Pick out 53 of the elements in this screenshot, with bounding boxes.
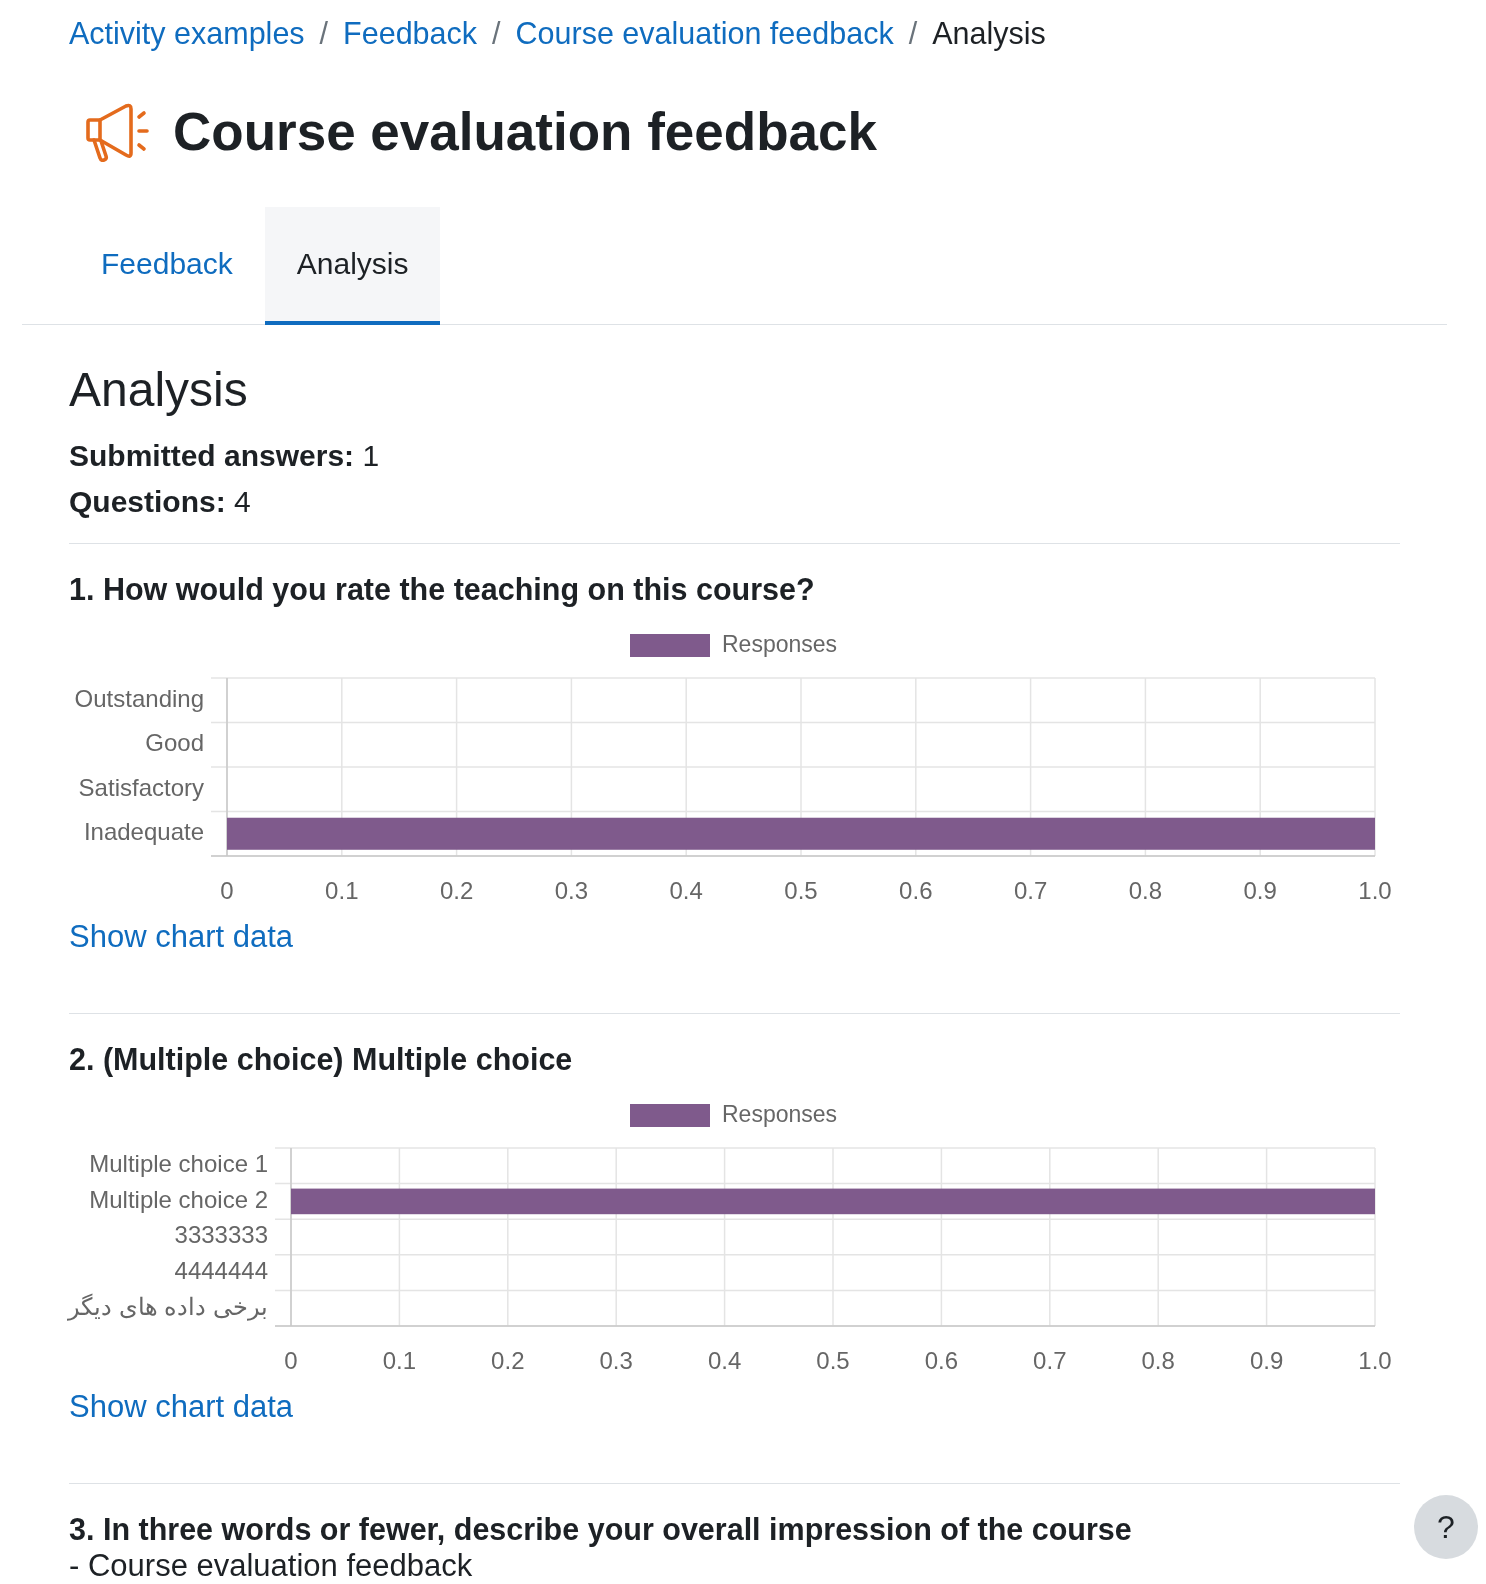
question-title: 3. In three words or fewer, describe your overall impression of the course: [69, 1511, 1133, 1549]
breadcrumb-link[interactable]: Feedback: [343, 15, 478, 51]
category-label: Multiple choice 1: [89, 1150, 268, 1178]
axis-tick-label: 0.8: [1128, 877, 1163, 905]
legend-label: Responses: [722, 631, 838, 658]
axis-tick-label: 0.8: [1141, 1347, 1175, 1375]
axis-tick-label: 0.4: [707, 1347, 742, 1375]
axis-tick-label: 0.6: [899, 877, 933, 905]
category-label: Good: [145, 729, 204, 757]
axis-tick-label: 0.6: [924, 1347, 959, 1375]
tab[interactable]: Feedback: [69, 207, 265, 325]
axis-tick-label: 0.5: [784, 877, 818, 905]
axis-tick-label: 0.9: [1249, 1347, 1284, 1375]
question-title: 2. (Multiple choice) Multiple choice: [69, 1041, 574, 1079]
breadcrumb-current: Analysis: [932, 15, 1046, 51]
axis-tick-label: 1.0: [1358, 1347, 1392, 1375]
page-title: Course evaluation feedback: [173, 101, 877, 164]
axis-tick-label: 0.1: [325, 877, 359, 905]
help-button[interactable]: ?: [1414, 1495, 1478, 1559]
axis-tick-label: 0.2: [491, 1347, 525, 1375]
answer-text: - Course evaluation feedback: [69, 1549, 474, 1583]
axis-tick-label: 0: [284, 1347, 298, 1375]
axis-tick-label: 0.2: [439, 877, 474, 905]
question-title: 1. How would you rate the teaching on this course?: [69, 571, 816, 609]
category-label: برخی داده های دیگر: [68, 1292, 268, 1320]
legend-label: Responses: [722, 1101, 838, 1128]
category-label: Inadequate: [83, 818, 204, 846]
breadcrumb-separator: /: [907, 15, 919, 51]
category-label: Satisfactory: [78, 773, 204, 801]
summary-line: Questions: 4: [69, 484, 252, 520]
show-chart-data-link[interactable]: Show chart data: [69, 917, 294, 957]
breadcrumb-separator: /: [318, 15, 330, 51]
show-chart-data-link[interactable]: Show chart data: [69, 1387, 294, 1427]
category-label: Multiple choice 2: [89, 1185, 268, 1213]
axis-tick-label: 0.4: [669, 877, 703, 905]
axis-tick-label: 0.5: [816, 1347, 850, 1375]
breadcrumb-separator: /: [491, 15, 502, 51]
category-label: Outstanding: [74, 684, 204, 712]
axis-tick-label: 0.3: [599, 1347, 633, 1375]
section-heading: Analysis: [69, 362, 249, 418]
summary-line: Submitted answers: 1: [69, 438, 381, 474]
axis-tick-label: 0: [220, 877, 234, 905]
category-label: 3333333: [174, 1221, 268, 1249]
breadcrumb-link[interactable]: Activity examples: [69, 15, 305, 51]
axis-tick-label: 0.7: [1033, 1347, 1067, 1375]
axis-tick-label: 0.1: [382, 1347, 417, 1375]
axis-tick-label: 0.7: [1013, 877, 1048, 905]
axis-tick-label: 1.0: [1358, 877, 1392, 905]
axis-tick-label: 0.9: [1243, 877, 1277, 905]
category-label: 4444444: [174, 1256, 268, 1284]
tab[interactable]: Analysis: [264, 207, 441, 325]
breadcrumb-link[interactable]: Course evaluation feedback: [515, 15, 894, 51]
axis-tick-label: 0.3: [554, 877, 589, 905]
